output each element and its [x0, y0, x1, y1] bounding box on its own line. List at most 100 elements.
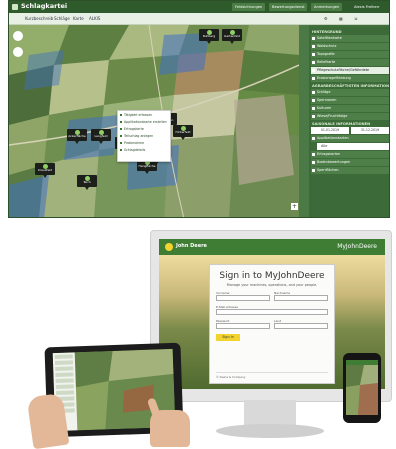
checkbox[interactable] [312, 61, 315, 64]
layer-item[interactable]: Sperrzonen [311, 97, 389, 104]
tablet-list-item[interactable] [55, 384, 74, 390]
map-pin[interactable]: Ackerfläche [67, 129, 87, 144]
layer-label: Sperrzonen [317, 98, 337, 102]
app-top-bar: Schlagkartei Feldsichtungen Bewertungsdi… [9, 1, 389, 13]
layer-item[interactable]: Topografie [311, 51, 389, 58]
map-pin[interactable]: Gartenfeld [222, 29, 242, 44]
monitor-base [216, 424, 324, 438]
toolbar-item-kurzbeschreib[interactable]: Kurzbeschreib [25, 15, 53, 23]
layer-item[interactable]: Erosionsgefährdung [311, 75, 389, 82]
layer-item-active[interactable]: Pflegeschutzfläche/Gefährdete [311, 67, 389, 74]
sidebar-toggle-strip[interactable] [299, 25, 309, 217]
layer-sidebar: HINTERGRUND Satellitenkarte Waldschutz T… [309, 27, 390, 217]
signin-title: Sign in to MyJohnDeere [219, 271, 325, 281]
layer-item[interactable]: Sperrflächen [311, 167, 389, 174]
map-pin[interactable]: Langfeld [91, 129, 111, 144]
checkbox[interactable] [312, 115, 315, 118]
user-menu[interactable]: Alexis Freiherr [351, 3, 383, 11]
layer-item[interactable]: Schläge [311, 89, 389, 96]
bewertungsdienst-button[interactable]: Bewertungsdienst [269, 3, 308, 11]
john-deere-logo-icon [165, 243, 173, 251]
layer-label: Wiese/Fruchtfolge [317, 114, 348, 118]
layers-control-icon[interactable] [13, 31, 23, 41]
tablet-list-item[interactable] [55, 366, 74, 372]
layer-item[interactable]: Satellitenkarte [311, 35, 389, 42]
map-pin-label: Hangfläche [138, 164, 156, 168]
map-pin[interactable]: Teich [77, 175, 97, 190]
context-menu: Tätigkeit erfassen Applikationskarte ers… [117, 110, 171, 162]
country-select[interactable] [274, 323, 328, 329]
layer-label: Kulturen [317, 106, 332, 110]
locate-control-icon[interactable] [13, 47, 23, 57]
signin-footer: © Deere & Company [216, 372, 328, 379]
map-pin-label: Hinterfeld [175, 130, 191, 134]
checkbox[interactable] [312, 161, 315, 164]
tablet-list-item[interactable] [56, 390, 75, 396]
checkbox[interactable] [312, 169, 315, 172]
password-field[interactable] [216, 323, 270, 329]
signin-button[interactable]: Sign in [216, 334, 240, 341]
map-pin-label: Gartenfeld [224, 34, 240, 38]
layer-item[interactable]: Kulturen [311, 105, 389, 112]
toolbar-item-karte[interactable]: Karte [73, 15, 84, 23]
map-pin[interactable]: Ruhberg [199, 29, 219, 44]
date-from-field[interactable]: 01.01.2019 [311, 127, 349, 134]
layer-item[interactable]: Applikationskarten [311, 135, 389, 142]
layer-item[interactable]: Wiese/Fruchtfolge [311, 113, 389, 120]
field-map[interactable]: Ruhberg Gartenfeld Ackerfläche Langfeld … [9, 25, 299, 217]
feldsichtungen-button[interactable]: Feldsichtungen [232, 3, 266, 11]
layer-item[interactable]: Reliefkarte [311, 59, 389, 66]
expand-icon[interactable]: ⇲ [354, 15, 357, 23]
brand-name: John Deere [176, 243, 207, 249]
layer-item[interactable]: Bodenbewertungen [311, 159, 389, 166]
layer-item[interactable]: Ertragskarten [311, 151, 389, 158]
checkbox[interactable] [312, 69, 315, 72]
home-icon[interactable] [12, 4, 18, 10]
map-pin-label: Ackerfläche [68, 134, 86, 138]
checkbox[interactable] [312, 137, 315, 140]
signin-card: Sign in to MyJohnDeere Manage your machi… [209, 264, 335, 384]
phone-screen [346, 360, 378, 415]
map-pin[interactable]: Hinterfeld [173, 125, 193, 140]
layer-item[interactable]: Waldschutz [311, 43, 389, 50]
checkbox[interactable] [312, 107, 315, 110]
first-name-field[interactable] [216, 295, 270, 301]
anmerkungen-button[interactable]: Anmerkungen [311, 3, 343, 11]
context-menu-item[interactable]: Teilschlag anlegen [120, 133, 168, 140]
toolbar-item-schlaege[interactable]: Schläge [54, 15, 70, 23]
checkbox[interactable] [312, 99, 315, 102]
context-menu-item[interactable]: Ertragskarte [120, 126, 168, 133]
john-deere-header: John Deere MyJohnDeere [159, 239, 385, 255]
tablet-list-item[interactable] [54, 360, 74, 366]
sidebar-heading: AGRARBESCHÄFTIGTEN INFORMATIONEN [312, 84, 390, 88]
checkbox[interactable] [312, 77, 315, 80]
tablet-list-item[interactable] [55, 378, 74, 384]
monitor-stand [244, 400, 296, 426]
layer-label: Schläge [317, 90, 331, 94]
app-title: Schlagkartei [21, 2, 68, 10]
map-pin[interactable]: Kreuzfeld [35, 163, 55, 178]
tablet-list-item[interactable] [54, 354, 73, 360]
checkbox[interactable] [312, 91, 315, 94]
checkbox[interactable] [312, 153, 315, 156]
farm-app-window: Schlagkartei Feldsichtungen Bewertungsdi… [8, 0, 390, 218]
toolbar: Kurzbeschreib Schläge Karte ALKIS ⚙ ▦ ⇲ [9, 13, 389, 25]
context-menu-item[interactable]: Tätigkeit erfassen [120, 112, 168, 119]
layer-label: Ertragskarten [317, 152, 341, 156]
layer-label: Topografie [317, 52, 335, 56]
toolbar-item-alkis[interactable]: ALKIS [89, 15, 100, 23]
context-menu-item[interactable]: Schlagdetails [120, 147, 168, 154]
date-to-field[interactable]: 31.12.2019 [351, 127, 389, 134]
checkbox[interactable] [312, 37, 315, 40]
settings-icon[interactable]: ⚙ [324, 15, 328, 23]
grid-icon[interactable]: ▦ [339, 15, 343, 23]
checkbox[interactable] [312, 53, 315, 56]
applikation-select[interactable]: Alle [317, 143, 389, 150]
smartphone-device [343, 353, 381, 423]
tablet-list-item[interactable] [55, 372, 74, 378]
checkbox[interactable] [312, 45, 315, 48]
context-menu-item[interactable]: Applikationskarte erstellen [120, 119, 168, 126]
context-menu-item[interactable]: Probenahme [120, 140, 168, 147]
last-name-field[interactable] [274, 295, 328, 301]
zoom-in-button[interactable]: + [291, 203, 298, 210]
